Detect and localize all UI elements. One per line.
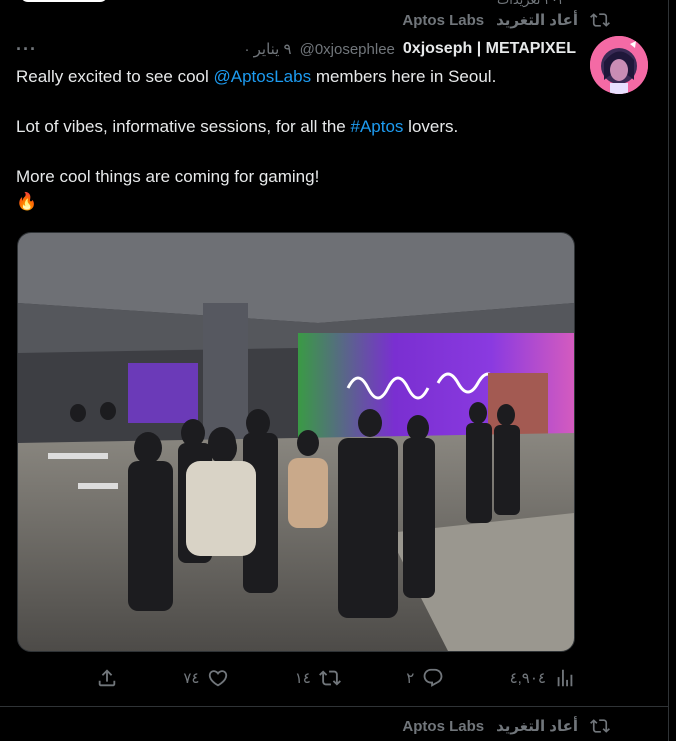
author-handle[interactable]: @0xjosephlee bbox=[300, 41, 395, 58]
repost-button[interactable]: ١٤ bbox=[295, 667, 341, 689]
reply-count: ٢ bbox=[406, 670, 415, 687]
action-bar: ٧٤ ١٤ ٢ ٤,٩٠٤ bbox=[96, 667, 576, 689]
like-button[interactable]: ٧٤ bbox=[183, 667, 229, 689]
views-icon bbox=[554, 667, 576, 689]
share-icon bbox=[96, 667, 118, 689]
repost-label: أعاد التغريد bbox=[496, 12, 578, 29]
repost-indicator: أعاد التغريد Aptos Labs bbox=[402, 11, 610, 29]
views-count: ٤,٩٠٤ bbox=[509, 670, 546, 687]
mention-link[interactable]: @AptosLabs bbox=[214, 67, 312, 86]
tweet-line-2: Lot of vibes, informative sessions, for … bbox=[16, 117, 459, 136]
reply-icon bbox=[422, 667, 444, 689]
repost-indicator-next: أعاد التغريد Aptos Labs bbox=[402, 717, 610, 735]
author-name[interactable]: 0xjoseph | METAPIXEL bbox=[403, 40, 576, 58]
tweet-divider bbox=[0, 706, 668, 707]
views-button[interactable]: ٤,٩٠٤ bbox=[510, 667, 576, 689]
repost-icon bbox=[590, 10, 610, 30]
reposter-name[interactable]: Aptos Labs bbox=[402, 12, 484, 29]
tweet-photo[interactable] bbox=[17, 232, 575, 652]
show-more-button[interactable] bbox=[20, 0, 108, 2]
repost-icon bbox=[590, 716, 610, 736]
repost-label: أعاد التغريد bbox=[496, 718, 578, 735]
repost-icon bbox=[318, 667, 341, 689]
tweet-header: ··· ٩ يناير · @0xjosephlee 0xjoseph | ME… bbox=[16, 38, 576, 60]
more-options-icon[interactable]: ··· bbox=[16, 39, 37, 60]
fire-emoji: 🔥 bbox=[16, 192, 38, 211]
like-count: ٧٤ bbox=[183, 670, 200, 687]
repost-count: ١٤ bbox=[294, 670, 311, 687]
share-button[interactable] bbox=[96, 667, 118, 689]
heart-icon bbox=[207, 667, 229, 689]
previous-tweet-count: ٢٠٢ تغريدات bbox=[497, 0, 565, 8]
tweet-line-1: Really excited to see cool @AptosLabs me… bbox=[16, 67, 497, 86]
tweet-text: Really excited to see cool @AptosLabs me… bbox=[16, 64, 576, 214]
reply-button[interactable]: ٢ bbox=[406, 667, 444, 689]
reposter-name[interactable]: Aptos Labs bbox=[402, 718, 484, 735]
tweet-line-3: More cool things are coming for gaming! bbox=[16, 167, 320, 186]
avatar[interactable] bbox=[590, 36, 648, 94]
column-border bbox=[668, 0, 669, 741]
hashtag-link[interactable]: #Aptos bbox=[351, 117, 404, 136]
tweet-date[interactable]: ٩ يناير · bbox=[244, 40, 291, 58]
